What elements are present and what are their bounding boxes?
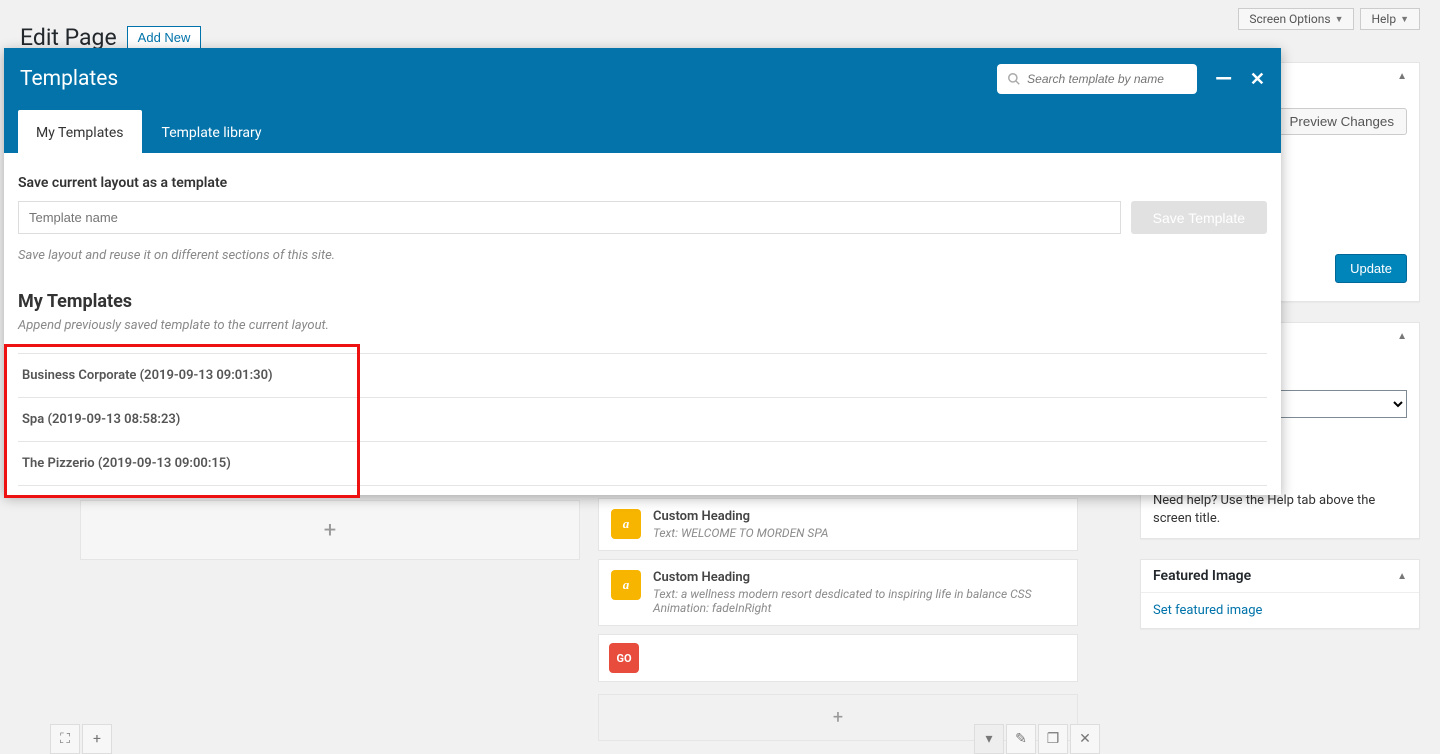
set-featured-image-link[interactable]: Set featured image	[1153, 603, 1262, 618]
caret-down-icon[interactable]: ▾	[974, 724, 1004, 754]
element-button[interactable]: GO	[598, 634, 1078, 682]
save-hint: Save layout and reuse it on different se…	[18, 248, 1267, 263]
element-subtitle: Text: WELCOME TO MORDEN SPA	[653, 526, 828, 540]
template-row[interactable]: Spa (2019-09-13 08:58:23)	[18, 397, 1267, 442]
element-subtitle: Text: a wellness modern resort desdicate…	[653, 587, 1065, 615]
edit-icon[interactable]: ✎	[1006, 724, 1036, 754]
help-label: Help	[1371, 12, 1396, 26]
add-new-button[interactable]: Add New	[127, 26, 202, 49]
save-template-button[interactable]: Save Template	[1131, 201, 1267, 234]
tab-my-templates[interactable]: My Templates	[18, 110, 142, 153]
preview-changes-button[interactable]: Preview Changes	[1277, 108, 1407, 135]
tab-template-library[interactable]: Template library	[144, 110, 280, 153]
save-section-label: Save current layout as a template	[18, 175, 1267, 191]
search-icon	[1007, 72, 1021, 86]
screen-options-label: Screen Options	[1249, 12, 1330, 26]
help-text: Need help? Use the Help tab above the sc…	[1153, 492, 1407, 528]
modal-title: Templates	[20, 67, 118, 91]
add-element-placeholder[interactable]: +	[80, 500, 580, 560]
caret-down-icon: ▼	[1400, 14, 1409, 25]
heading-icon: a	[611, 570, 641, 600]
panel-collapse-icon[interactable]: ▲	[1397, 331, 1407, 342]
my-templates-heading: My Templates	[18, 291, 1267, 312]
add-icon[interactable]: +	[82, 724, 112, 754]
featured-image-title: Featured Image	[1153, 568, 1251, 584]
screen-options-button[interactable]: Screen Options ▼	[1238, 8, 1354, 30]
heading-icon: a	[611, 509, 641, 539]
my-templates-sub: Append previously saved template to the …	[18, 318, 1267, 333]
element-custom-heading[interactable]: a Custom Heading Text: a wellness modern…	[598, 559, 1078, 626]
element-custom-heading[interactable]: a Custom Heading Text: WELCOME TO MORDEN…	[598, 498, 1078, 551]
panel-collapse-icon[interactable]: ▲	[1397, 571, 1407, 582]
element-title: Custom Heading	[653, 570, 1065, 585]
templates-modal: Templates — ✕ My Templates Template libr…	[4, 48, 1281, 495]
element-title: Custom Heading	[653, 509, 828, 524]
update-button[interactable]: Update	[1335, 254, 1407, 283]
fullscreen-icon[interactable]: ⛶	[50, 724, 80, 754]
button-icon: GO	[609, 643, 639, 673]
template-search-input[interactable]	[1027, 72, 1187, 86]
template-row[interactable]: The Pizzerio (2019-09-13 09:00:15)	[18, 441, 1267, 486]
close-icon[interactable]: ✕	[1250, 69, 1265, 90]
clone-icon[interactable]: ❐	[1038, 724, 1068, 754]
minimize-icon[interactable]: —	[1215, 67, 1232, 92]
help-button[interactable]: Help ▼	[1360, 8, 1420, 30]
template-name-input[interactable]	[18, 201, 1121, 234]
panel-collapse-icon[interactable]: ▲	[1397, 71, 1407, 82]
caret-down-icon: ▼	[1335, 14, 1344, 25]
template-search[interactable]	[997, 64, 1197, 94]
delete-icon[interactable]: ✕	[1070, 724, 1100, 754]
page-title: Edit Page	[20, 24, 117, 51]
template-row[interactable]: Business Corporate (2019-09-13 09:01:30)	[18, 353, 1267, 398]
